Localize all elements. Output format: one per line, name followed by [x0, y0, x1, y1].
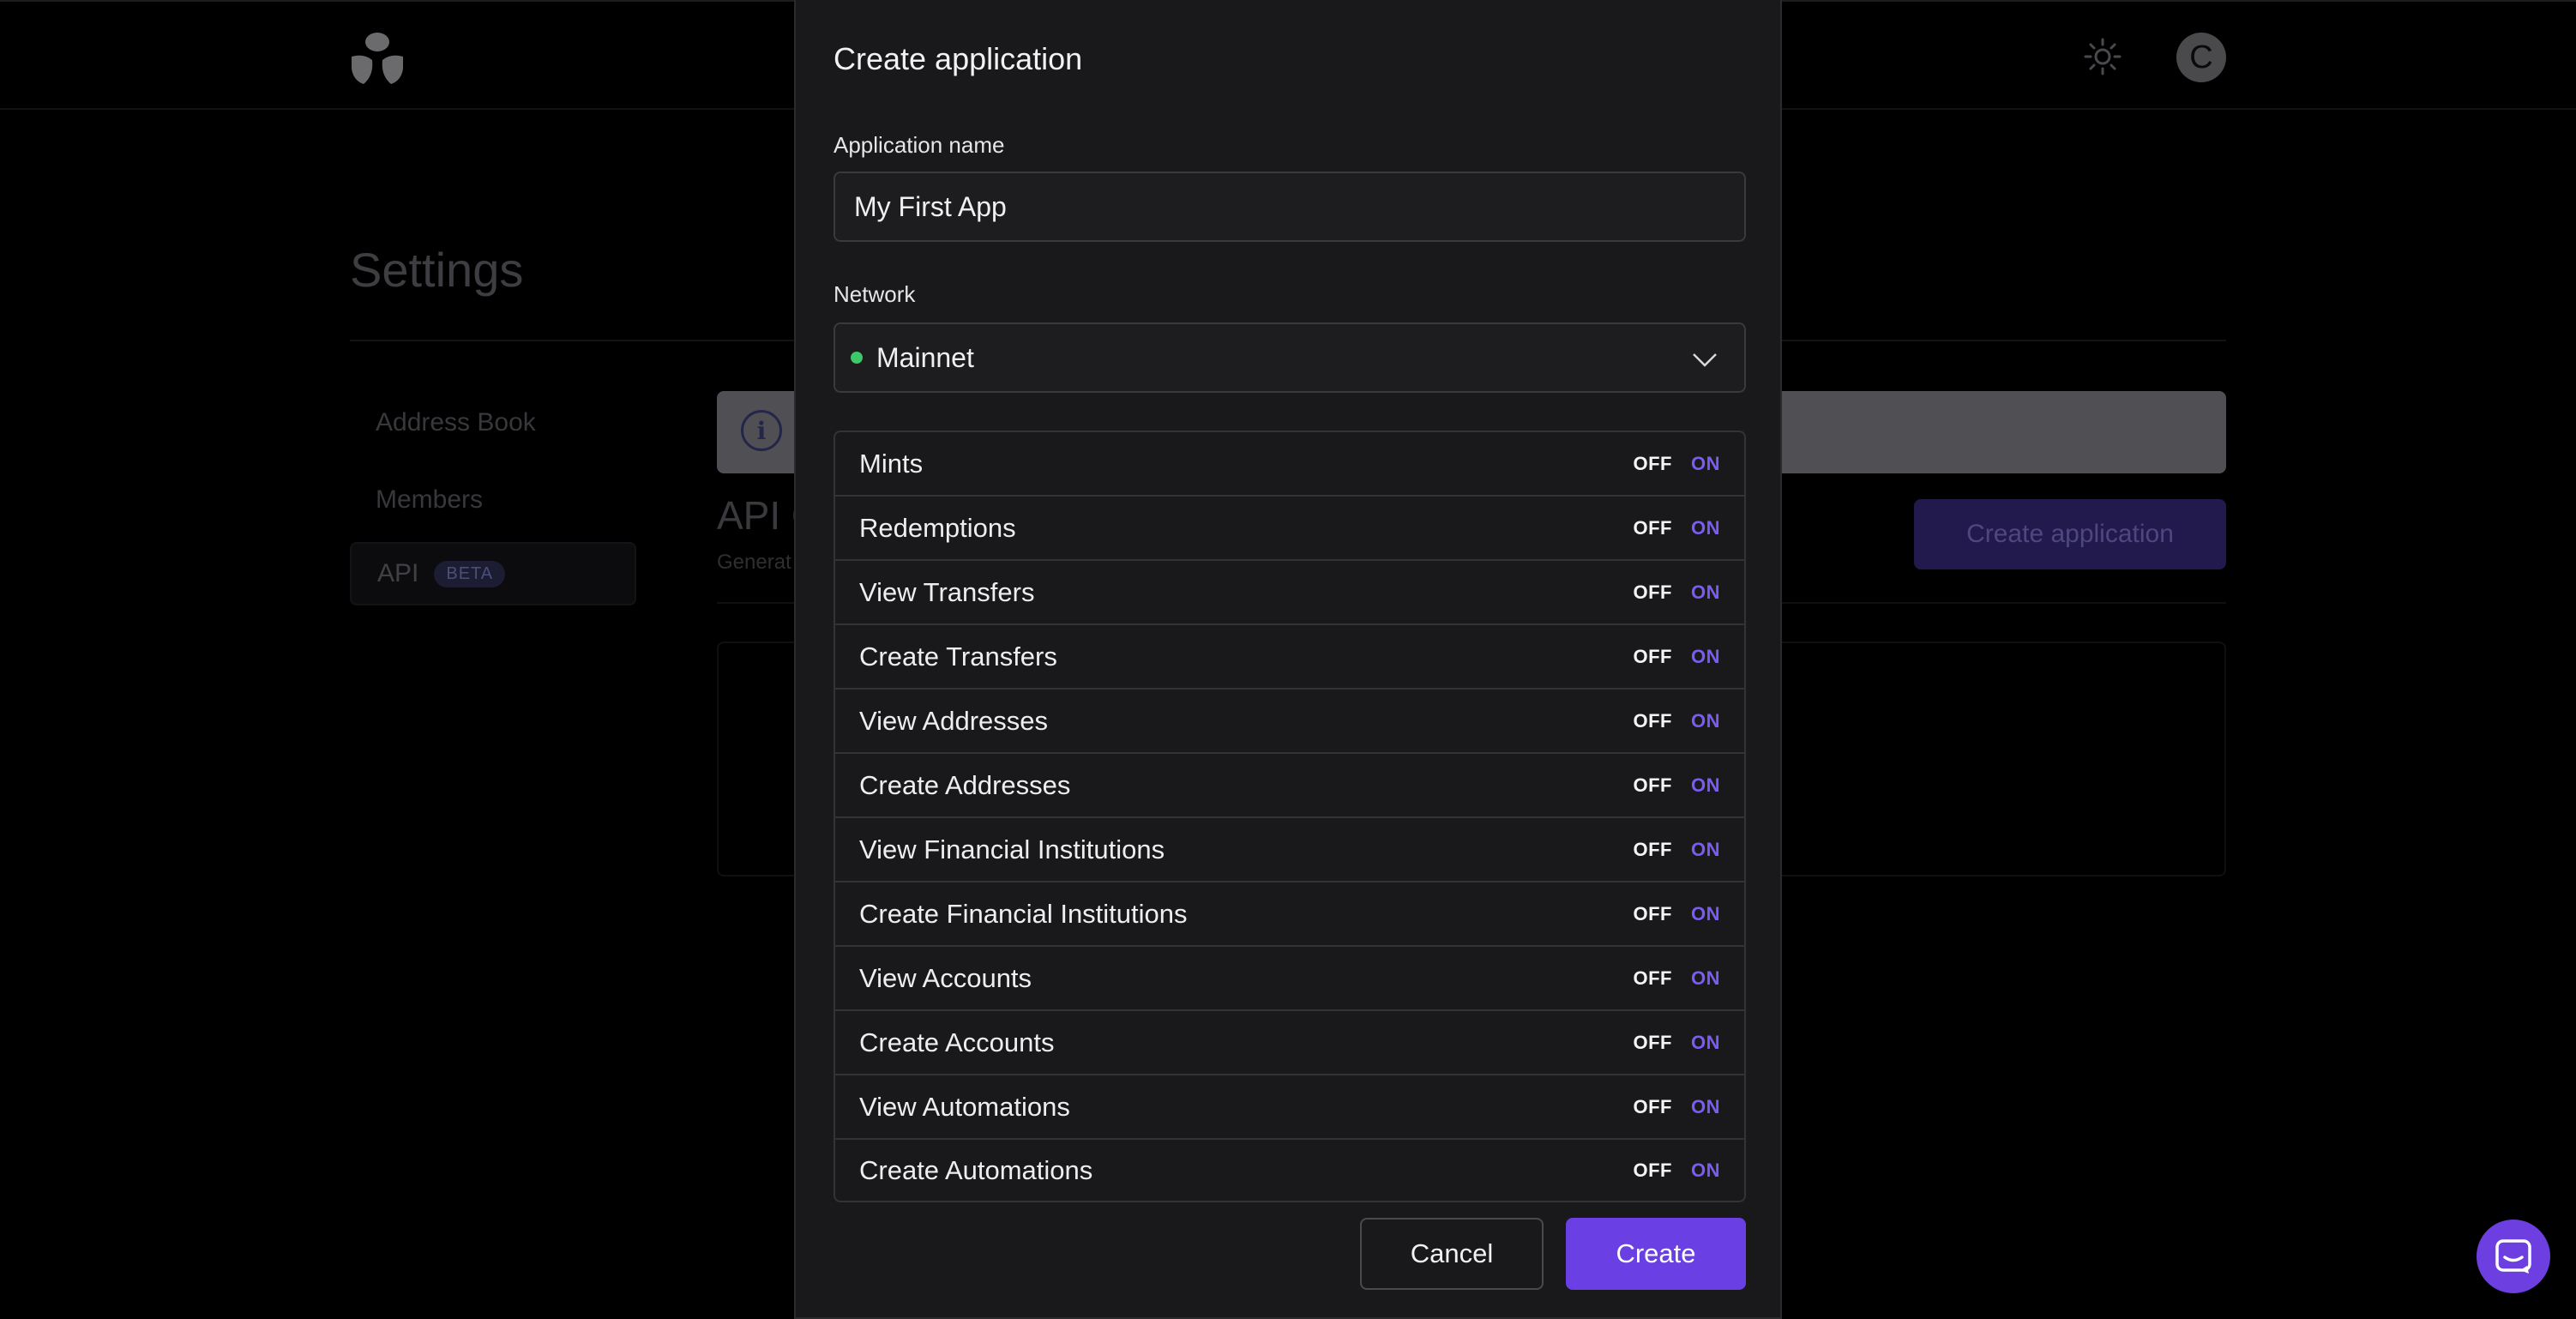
chat-support-button[interactable]: [2477, 1220, 2550, 1293]
permission-label: Create Accounts: [859, 1027, 1055, 1057]
permission-toggle: OFF ON: [1634, 1096, 1721, 1118]
permission-label: Create Addresses: [859, 769, 1071, 800]
api-section-subtitle: Generat: [717, 551, 791, 574]
sidebar-item-label: API: [377, 559, 419, 587]
sidebar-item-label: Members: [376, 485, 484, 514]
user-avatar[interactable]: C: [2176, 33, 2226, 82]
toggle-off-option[interactable]: OFF: [1634, 774, 1673, 797]
network-select-value: Mainnet: [876, 341, 974, 373]
permission-row-view-transfers: View Transfers OFF ON: [835, 561, 1744, 625]
sun-icon: [2084, 38, 2122, 75]
toggle-off-option[interactable]: OFF: [1634, 710, 1673, 732]
toggle-off-option[interactable]: OFF: [1634, 517, 1673, 539]
permission-row-create-automations: Create Automations OFF ON: [835, 1140, 1744, 1201]
permission-label: View Transfers: [859, 576, 1035, 607]
permission-row-view-addresses: View Addresses OFF ON: [835, 690, 1744, 754]
permission-toggle: OFF ON: [1634, 774, 1721, 797]
chevron-down-icon: [1693, 353, 1717, 367]
toggle-off-option[interactable]: OFF: [1634, 1032, 1673, 1054]
permission-row-view-automations: View Automations OFF ON: [835, 1075, 1744, 1140]
permission-label: View Financial Institutions: [859, 834, 1165, 864]
permission-toggle: OFF ON: [1634, 710, 1721, 732]
permission-toggle: OFF ON: [1634, 581, 1721, 604]
toggle-off-option[interactable]: OFF: [1634, 903, 1673, 925]
toggle-off-option[interactable]: OFF: [1634, 1096, 1673, 1118]
sidebar-item-label: Address Book: [376, 408, 536, 437]
toggle-on-option[interactable]: ON: [1691, 1159, 1720, 1182]
permission-row-create-transfers: Create Transfers OFF ON: [835, 625, 1744, 690]
permission-row-create-accounts: Create Accounts OFF ON: [835, 1011, 1744, 1075]
toggle-off-option[interactable]: OFF: [1634, 581, 1673, 604]
toggle-off-option[interactable]: OFF: [1634, 646, 1673, 668]
cancel-button[interactable]: Cancel: [1360, 1218, 1544, 1290]
toggle-on-option[interactable]: ON: [1691, 839, 1720, 861]
application-name-label: Application name: [834, 132, 1005, 158]
permission-label: View Addresses: [859, 705, 1048, 736]
permission-label: Create Automations: [859, 1154, 1093, 1185]
permission-toggle: OFF ON: [1634, 967, 1721, 990]
permission-row-create-financial-institutions: Create Financial Institutions OFF ON: [835, 882, 1744, 947]
toggle-on-option[interactable]: ON: [1691, 581, 1720, 604]
info-icon: i: [741, 410, 782, 451]
permission-row-create-addresses: Create Addresses OFF ON: [835, 754, 1744, 818]
toggle-on-option[interactable]: ON: [1691, 967, 1720, 990]
toggle-on-option[interactable]: ON: [1691, 903, 1720, 925]
permission-toggle: OFF ON: [1634, 903, 1721, 925]
permission-label: Create Financial Institutions: [859, 898, 1188, 929]
toggle-off-option[interactable]: OFF: [1634, 839, 1673, 861]
network-status-dot: [851, 352, 863, 364]
application-name-input[interactable]: [834, 172, 1746, 242]
network-label: Network: [834, 281, 916, 307]
permission-row-view-accounts: View Accounts OFF ON: [835, 947, 1744, 1011]
create-button[interactable]: Create: [1566, 1218, 1746, 1290]
chat-icon: [2495, 1239, 2531, 1274]
network-select[interactable]: Mainnet: [834, 322, 1746, 393]
permission-label: Mints: [859, 448, 924, 479]
toggle-on-option[interactable]: ON: [1691, 517, 1720, 539]
permission-toggle: OFF ON: [1634, 1032, 1721, 1054]
toggle-off-option[interactable]: OFF: [1634, 1159, 1673, 1182]
toggle-off-option[interactable]: OFF: [1634, 453, 1673, 475]
permission-label: View Accounts: [859, 962, 1032, 993]
permission-toggle: OFF ON: [1634, 646, 1721, 668]
toggle-on-option[interactable]: ON: [1691, 1096, 1720, 1118]
sidebar-item-api[interactable]: API BETA: [350, 542, 636, 605]
page-title: Settings: [350, 243, 524, 297]
toggle-off-option[interactable]: OFF: [1634, 967, 1673, 990]
create-application-modal: Create application Application name Netw…: [794, 0, 1782, 1319]
permission-toggle: OFF ON: [1634, 453, 1721, 475]
permission-row-mints: Mints OFF ON: [835, 432, 1744, 497]
create-application-button[interactable]: Create application: [1914, 499, 2226, 569]
app-logo-icon[interactable]: [348, 31, 406, 87]
permissions-list: Mints OFF ON Redemptions OFF ON View Tra…: [834, 431, 1746, 1202]
sidebar-item-members[interactable]: Members: [350, 468, 636, 532]
permission-label: Create Transfers: [859, 641, 1057, 672]
permission-toggle: OFF ON: [1634, 1159, 1721, 1182]
toggle-on-option[interactable]: ON: [1691, 710, 1720, 732]
permission-row-redemptions: Redemptions OFF ON: [835, 497, 1744, 561]
toggle-on-option[interactable]: ON: [1691, 453, 1720, 475]
permission-row-view-financial-institutions: View Financial Institutions OFF ON: [835, 818, 1744, 882]
theme-toggle-button[interactable]: [2079, 33, 2127, 81]
permission-label: View Automations: [859, 1091, 1070, 1122]
toggle-on-option[interactable]: ON: [1691, 1032, 1720, 1054]
beta-badge: BETA: [434, 560, 506, 587]
toggle-on-option[interactable]: ON: [1691, 774, 1720, 797]
toggle-on-option[interactable]: ON: [1691, 646, 1720, 668]
sidebar-item-address-book[interactable]: Address Book: [350, 391, 636, 455]
modal-title: Create application: [834, 41, 1083, 76]
permission-toggle: OFF ON: [1634, 517, 1721, 539]
permission-label: Redemptions: [859, 512, 1016, 543]
permission-toggle: OFF ON: [1634, 839, 1721, 861]
